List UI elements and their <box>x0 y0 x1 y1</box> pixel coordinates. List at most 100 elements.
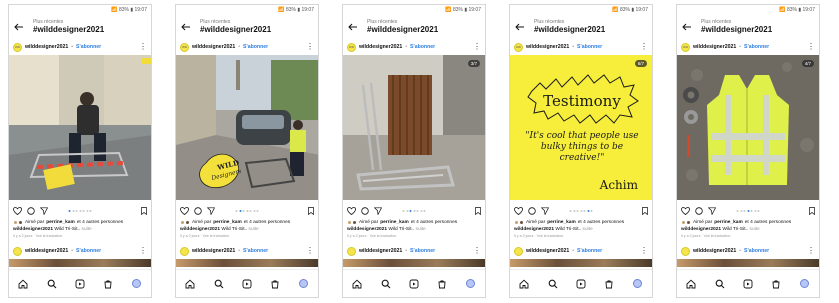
more-options-icon[interactable]: ⋮ <box>473 43 481 51</box>
more-options-icon[interactable]: ⋮ <box>473 247 481 255</box>
share-icon[interactable] <box>708 207 716 215</box>
avatar[interactable]: WD <box>180 42 189 52</box>
follow-button[interactable]: S'abonner <box>76 248 101 254</box>
caption-username[interactable]: wilddesigner2021 <box>681 227 721 232</box>
avatar[interactable] <box>180 246 189 256</box>
comment-icon[interactable] <box>695 207 703 215</box>
next-post-image[interactable] <box>9 259 151 267</box>
reels-icon[interactable] <box>408 278 420 290</box>
more-options-icon[interactable]: ⋮ <box>640 247 648 255</box>
post-image[interactable]: 4/7 <box>677 55 819 200</box>
share-icon[interactable] <box>207 207 215 215</box>
more-options-icon[interactable]: ⋮ <box>139 43 147 51</box>
shop-icon[interactable] <box>102 278 114 290</box>
share-icon[interactable] <box>374 207 382 215</box>
post-meta[interactable]: Il y a 2 jours · Voir la traduction <box>510 233 652 239</box>
caption-more-link[interactable]: suite <box>750 227 760 232</box>
back-arrow-icon[interactable] <box>681 21 693 33</box>
profile-avatar[interactable] <box>298 278 310 290</box>
post-username[interactable]: wilddesigner2021 <box>359 248 402 254</box>
shop-icon[interactable] <box>436 278 448 290</box>
heart-icon[interactable] <box>347 207 356 215</box>
more-options-icon[interactable]: ⋮ <box>306 247 314 255</box>
caption-username[interactable]: wilddesigner2021 <box>180 227 220 232</box>
home-icon[interactable] <box>685 278 697 290</box>
avatar[interactable] <box>13 246 22 256</box>
follow-button[interactable]: S'abonner <box>243 248 268 254</box>
post-username[interactable]: wilddesigner2021 <box>526 44 569 50</box>
back-arrow-icon[interactable] <box>347 21 359 33</box>
avatar[interactable] <box>681 246 690 256</box>
comment-icon[interactable] <box>27 207 35 215</box>
profile-avatar[interactable] <box>799 278 811 290</box>
back-arrow-icon[interactable] <box>13 21 25 33</box>
caption-username[interactable]: wilddesigner2021 <box>347 227 387 232</box>
avatar[interactable] <box>514 246 523 256</box>
search-icon[interactable] <box>547 278 559 290</box>
liked-by-others[interactable]: et 4 autres personnes <box>745 220 791 225</box>
back-arrow-icon[interactable] <box>180 21 192 33</box>
next-post-image[interactable] <box>343 259 485 267</box>
caption-more-link[interactable]: suite <box>82 227 92 232</box>
post-username[interactable]: wilddesigner2021 <box>25 44 68 50</box>
caption-username[interactable]: wilddesigner2021 <box>13 227 53 232</box>
liked-by-user[interactable]: perrine_kam <box>380 220 409 225</box>
post-username[interactable]: wilddesigner2021 <box>192 44 235 50</box>
home-icon[interactable] <box>17 278 29 290</box>
liked-by-user[interactable]: perrine_kam <box>547 220 576 225</box>
post-username[interactable]: wilddesigner2021 <box>192 248 235 254</box>
bookmark-icon[interactable] <box>475 207 481 215</box>
post-meta[interactable]: Il y a 2 jours · Voir la traduction <box>677 233 819 239</box>
follow-button[interactable]: S'abonner <box>410 248 435 254</box>
post-meta[interactable]: Il y a 2 jours · Voir la traduction <box>176 233 318 239</box>
more-options-icon[interactable]: ⋮ <box>139 247 147 255</box>
shop-icon[interactable] <box>603 278 615 290</box>
search-icon[interactable] <box>380 278 392 290</box>
follow-button[interactable]: S'abonner <box>410 44 435 50</box>
bookmark-icon[interactable] <box>642 207 648 215</box>
home-icon[interactable] <box>518 278 530 290</box>
profile-avatar[interactable] <box>632 278 644 290</box>
follow-button[interactable]: S'abonner <box>577 44 602 50</box>
avatar[interactable]: WD <box>681 42 690 52</box>
liked-by-others[interactable]: et 4 autres personnes <box>77 220 123 225</box>
follow-button[interactable]: S'abonner <box>744 44 769 50</box>
next-post-image[interactable] <box>510 259 652 267</box>
caption-more-link[interactable]: suite <box>416 227 426 232</box>
more-options-icon[interactable]: ⋮ <box>640 43 648 51</box>
share-icon[interactable] <box>40 207 48 215</box>
home-icon[interactable] <box>351 278 363 290</box>
liked-by-others[interactable]: et 4 autres personnes <box>578 220 624 225</box>
liked-by-others[interactable]: et 4 autres personnes <box>244 220 290 225</box>
follow-button[interactable]: S'abonner <box>744 248 769 254</box>
home-icon[interactable] <box>184 278 196 290</box>
heart-icon[interactable] <box>180 207 189 215</box>
bookmark-icon[interactable] <box>809 207 815 215</box>
comment-icon[interactable] <box>361 207 369 215</box>
heart-icon[interactable] <box>514 207 523 215</box>
liked-by-user[interactable]: perrine_kam <box>46 220 75 225</box>
heart-icon[interactable] <box>13 207 22 215</box>
bookmark-icon[interactable] <box>308 207 314 215</box>
post-username[interactable]: wilddesigner2021 <box>693 44 736 50</box>
next-post-image[interactable] <box>677 259 819 267</box>
follow-button[interactable]: S'abonner <box>243 44 268 50</box>
reels-icon[interactable] <box>74 278 86 290</box>
post-username[interactable]: wilddesigner2021 <box>25 248 68 254</box>
caption-more-link[interactable]: suite <box>249 227 259 232</box>
comment-icon[interactable] <box>194 207 202 215</box>
post-image[interactable]: Testimony "It's cool that people use bul… <box>510 55 652 200</box>
comment-icon[interactable] <box>528 207 536 215</box>
profile-avatar[interactable] <box>465 278 477 290</box>
avatar[interactable] <box>347 246 356 256</box>
next-post-image[interactable] <box>176 259 318 267</box>
search-icon[interactable] <box>714 278 726 290</box>
reels-icon[interactable] <box>742 278 754 290</box>
search-icon[interactable] <box>46 278 58 290</box>
shop-icon[interactable] <box>770 278 782 290</box>
reels-icon[interactable] <box>241 278 253 290</box>
profile-avatar[interactable] <box>131 278 143 290</box>
bookmark-icon[interactable] <box>141 207 147 215</box>
follow-button[interactable]: S'abonner <box>577 248 602 254</box>
post-username[interactable]: wilddesigner2021 <box>693 248 736 254</box>
